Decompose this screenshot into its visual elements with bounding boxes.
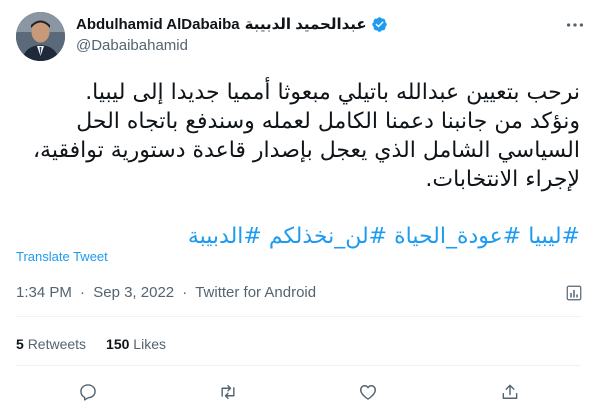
- tweet-hashtags: #ليبيا #عودة_الحياة #لن_نخذلكم #الدبيبة: [20, 222, 580, 251]
- author-name-latin[interactable]: Abdulhamid AlDabaiba: [76, 16, 240, 33]
- avatar-image: [16, 12, 65, 61]
- divider: [16, 365, 581, 366]
- tweet-source[interactable]: Twitter for Android: [195, 284, 316, 301]
- retweet-button[interactable]: [214, 378, 242, 406]
- author-name[interactable]: Abdulhamid AlDabaiba عبدالحميد الدبيبة: [76, 15, 388, 33]
- tweet-card: Abdulhamid AlDabaiba عبدالحميد الدبيبة @…: [0, 0, 597, 419]
- tweet-time[interactable]: 1:34 PM: [16, 284, 72, 301]
- retweets-label: Retweets: [27, 336, 87, 352]
- tweet-actions: [0, 378, 597, 406]
- retweets-count: 5: [16, 336, 24, 352]
- retweet-icon: [221, 385, 235, 399]
- likes-stat[interactable]: 150 Likes: [106, 336, 166, 352]
- hashtag-link[interactable]: #لن_نخذلكم: [269, 224, 387, 249]
- verified-badge-icon: [371, 16, 387, 32]
- author-handle[interactable]: @Dabaibahamid: [76, 37, 188, 54]
- tweet-date[interactable]: Sep 3, 2022: [93, 284, 174, 301]
- meta-separator: ·: [182, 284, 188, 301]
- author-name-arabic[interactable]: عبدالحميد الدبيبة: [245, 15, 367, 33]
- tweet-text-line: نرحب بتعيين عبدالله باتيلي مبعوثا أمميا …: [85, 80, 580, 105]
- likes-count: 150: [106, 336, 130, 352]
- tweet-metadata: 1:34 PM · Sep 3, 2022 · Twitter for Andr…: [16, 284, 316, 301]
- retweets-stat[interactable]: 5 Retweets: [16, 336, 86, 352]
- analytics-icon: [566, 285, 582, 301]
- meta-separator: ·: [80, 284, 86, 301]
- tweet-text: نرحب بتعيين عبدالله باتيلي مبعوثا أمميا …: [20, 78, 580, 194]
- analytics-button[interactable]: [563, 282, 585, 304]
- avatar[interactable]: [16, 12, 65, 61]
- like-button[interactable]: [354, 378, 382, 406]
- heart-icon: [359, 385, 377, 400]
- share-icon: [502, 384, 518, 399]
- more-horizontal-icon: [566, 23, 584, 27]
- reply-button[interactable]: [74, 378, 102, 406]
- divider: [16, 316, 581, 317]
- tweet-text-line: ونؤكد من جانبنا دعمنا الكامل لعمله وسندف…: [32, 109, 580, 192]
- tweet-stats: 5 Retweets 150 Likes: [16, 336, 166, 352]
- hashtag-link[interactable]: #عودة_الحياة: [394, 224, 521, 249]
- hashtag-link[interactable]: #ليبيا: [528, 224, 580, 249]
- reply-icon: [80, 384, 96, 401]
- translate-tweet-link[interactable]: Translate Tweet: [16, 249, 108, 264]
- more-button[interactable]: [563, 13, 587, 37]
- share-button[interactable]: [496, 378, 524, 406]
- hashtag-link[interactable]: #الدبيبة: [188, 224, 262, 249]
- likes-label: Likes: [133, 336, 166, 352]
